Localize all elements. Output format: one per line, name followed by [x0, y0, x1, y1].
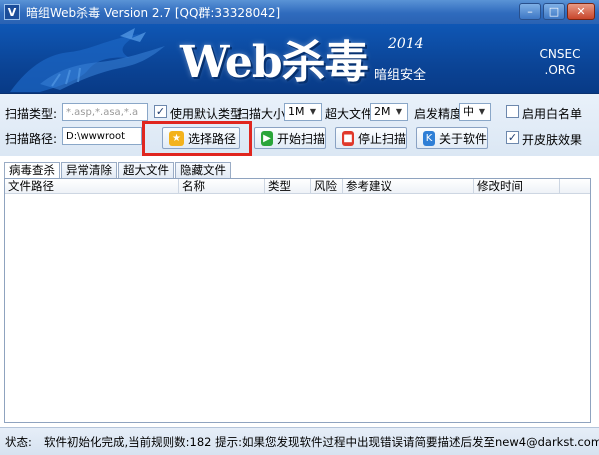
info-icon: K: [423, 130, 435, 146]
whitelist-checkbox[interactable]: [506, 105, 519, 118]
product-logo: Web杀毒: [180, 37, 369, 88]
window-controls: – □ ✕: [519, 3, 595, 20]
results-table[interactable]: 文件路径 名称 类型 风险 参考建议 修改时间: [4, 178, 591, 423]
scan-settings-panel: 扫描类型: *.asp,*.asa,*.a ✓ 使用默认类型 扫描大小 1M ▼…: [0, 94, 599, 156]
status-label: 状态:: [5, 435, 32, 449]
app-icon: V: [4, 4, 20, 20]
use-default-type-checkbox[interactable]: ✓: [154, 105, 167, 118]
minimize-button[interactable]: –: [519, 3, 541, 20]
skin-effect-label: 开皮肤效果: [522, 133, 583, 147]
site-line-2: .ORG: [544, 63, 576, 77]
tab-anomaly-clean[interactable]: 异常清除: [61, 162, 117, 179]
stop-icon: ■: [342, 130, 354, 146]
skin-effect-checkbox[interactable]: ✓: [506, 131, 519, 144]
tab-bar: 病毒查杀 异常清除 超大文件 隐藏文件: [4, 162, 232, 180]
table-header: 文件路径 名称 类型 风险 参考建议 修改时间: [5, 179, 590, 194]
scan-size-label: 扫描大小: [237, 107, 286, 121]
tab-hidden-files[interactable]: 隐藏文件: [175, 162, 231, 179]
window-title: 暗组Web杀毒 Version 2.7 [QQ群:33328042]: [26, 5, 281, 20]
scan-type-label: 扫描类型:: [5, 107, 58, 121]
dragon-logo-icon: [10, 28, 165, 92]
about-button[interactable]: K 关于软件: [416, 127, 488, 149]
column-header-risk[interactable]: 风险: [311, 179, 343, 193]
chevron-down-icon: ▼: [309, 107, 317, 116]
title-bar: V 暗组Web杀毒 Version 2.7 [QQ群:33328042] – □…: [0, 0, 599, 24]
scan-size-select[interactable]: 1M ▼: [284, 103, 322, 121]
maximize-button[interactable]: □: [543, 3, 565, 20]
precision-value: 中: [463, 105, 474, 118]
column-header-modified[interactable]: 修改时间: [474, 179, 560, 193]
banner-slogan: 暗组安全: [374, 68, 427, 83]
highlight-annotation: [142, 121, 252, 156]
site-line-1: CNSEC: [539, 47, 581, 61]
play-icon: ▶: [261, 130, 273, 146]
scan-size-value: 1M: [288, 105, 305, 118]
column-header-extra: [560, 179, 590, 193]
big-file-select[interactable]: 2M ▼: [370, 103, 408, 121]
scan-path-label: 扫描路径:: [5, 132, 58, 146]
scan-type-input[interactable]: *.asp,*.asa,*.a: [62, 103, 148, 121]
stop-scan-button[interactable]: ■ 停止扫描: [335, 127, 407, 149]
big-file-value: 2M: [374, 105, 391, 118]
column-header-advice[interactable]: 参考建议: [343, 179, 474, 193]
column-header-path[interactable]: 文件路径: [5, 179, 179, 193]
status-bar: 状态: 软件初始化完成,当前规则数:182 提示:如果您发现软件过程中出现错误请…: [0, 427, 599, 455]
chevron-down-icon: ▼: [395, 107, 403, 116]
tab-big-files[interactable]: 超大文件: [118, 162, 174, 179]
use-default-type-label: 使用默认类型: [170, 107, 243, 121]
start-scan-label: 开始扫描: [276, 131, 325, 146]
big-file-label: 超大文件: [325, 107, 374, 121]
banner-year: 2014: [388, 36, 424, 52]
chevron-down-icon: ▼: [478, 107, 486, 116]
scan-path-input[interactable]: D:\wwwroot: [62, 127, 142, 145]
column-header-type[interactable]: 类型: [265, 179, 311, 193]
precision-label: 启发精度: [414, 107, 463, 121]
banner: Web杀毒 2014 暗组安全 CNSEC .ORG: [0, 24, 599, 94]
precision-select[interactable]: 中 ▼: [459, 103, 491, 121]
start-scan-button[interactable]: ▶ 开始扫描: [254, 127, 326, 149]
column-header-name[interactable]: 名称: [179, 179, 265, 193]
status-message: 软件初始化完成,当前规则数:182 提示:如果您发现软件过程中出现错误请简要描述…: [44, 435, 599, 449]
whitelist-label: 启用白名单: [522, 107, 583, 121]
close-button[interactable]: ✕: [567, 3, 595, 20]
about-label: 关于软件: [438, 131, 487, 146]
banner-site: CNSEC .ORG: [528, 46, 592, 78]
stop-scan-label: 停止扫描: [357, 131, 406, 146]
